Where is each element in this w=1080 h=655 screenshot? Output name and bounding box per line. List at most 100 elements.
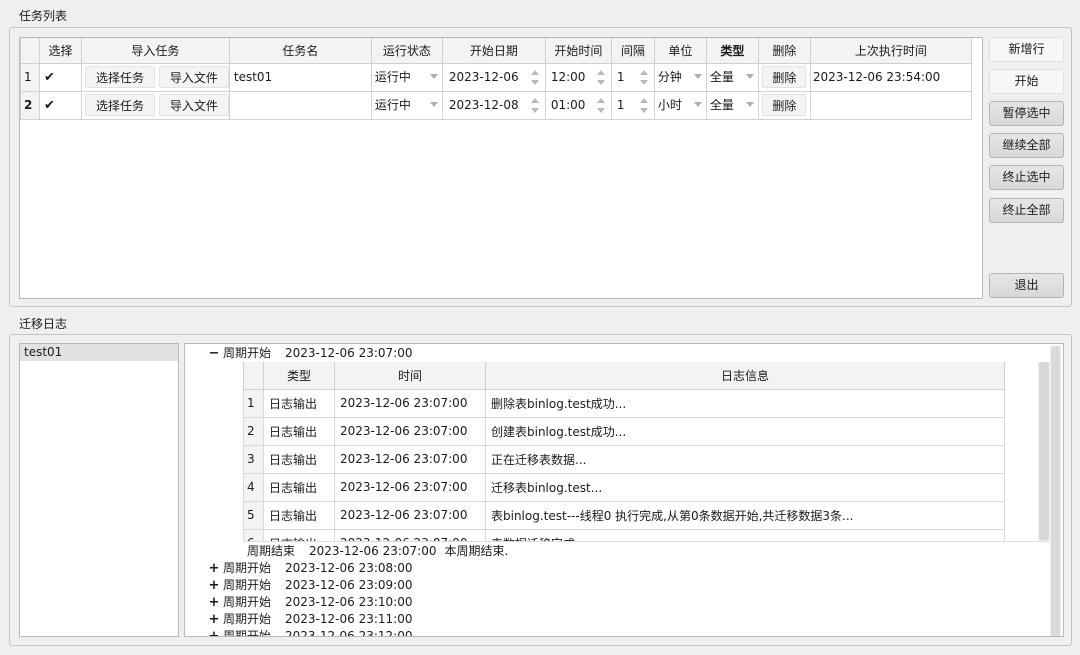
start-time-cell[interactable]: 01:00 (544, 90, 612, 120)
tree-item-cycle[interactable]: + 周期开始 2023-12-06 23:11:00 (205, 611, 413, 628)
table-row[interactable]: 4 日志输出 2023-12-06 23:07:00 迁移表binlog.test..… (243, 472, 1005, 502)
spin-up-icon[interactable] (596, 98, 605, 103)
row-checkbox[interactable]: ✔ (39, 90, 82, 120)
table-row[interactable]: 3 日志输出 2023-12-06 23:07:00 正在迁移表数据... (243, 444, 1005, 474)
pause-selected-button[interactable]: 暂停选中 (989, 101, 1064, 126)
col-header-last-run[interactable]: 上次执行时间 (809, 38, 972, 64)
col-header-interval[interactable]: 间隔 (610, 38, 655, 64)
spin-down-icon[interactable] (530, 80, 539, 85)
col-header-start-time[interactable]: 开始时间 (544, 38, 612, 64)
exit-button[interactable]: 退出 (989, 273, 1064, 298)
type-cell[interactable]: 全量 (705, 90, 759, 120)
unit-cell[interactable]: 小时 (653, 90, 707, 120)
start-time-spinbox[interactable]: 01:00 (548, 93, 609, 117)
corner-header[interactable] (243, 362, 264, 390)
table-row[interactable]: 1 日志输出 2023-12-06 23:07:00 删除表binlog.test成功… (243, 388, 1005, 418)
resume-all-button[interactable]: 继续全部 (989, 133, 1064, 158)
spin-up-icon[interactable] (639, 98, 648, 103)
col-header-delete[interactable]: 删除 (757, 38, 811, 64)
task-name-cell[interactable] (228, 90, 372, 120)
expand-plus-icon[interactable]: + (205, 561, 223, 577)
log-task-list[interactable]: test01 (19, 343, 179, 637)
expand-plus-icon[interactable]: + (205, 629, 223, 636)
type-combo[interactable]: 全量 (709, 94, 756, 116)
expand-plus-icon[interactable]: + (205, 612, 223, 628)
col-header-log-type[interactable]: 类型 (263, 362, 335, 390)
tree-item-cycle-open[interactable]: − 周期开始 2023-12-06 23:07:00 (205, 345, 413, 362)
col-header-status[interactable]: 运行状态 (370, 38, 443, 64)
status-combo[interactable]: 运行中 (374, 66, 440, 88)
spin-up-icon[interactable] (596, 70, 605, 75)
log-tree-scrollbar[interactable] (1050, 346, 1061, 636)
spin-down-icon[interactable] (639, 80, 648, 85)
start-time-spinbox[interactable]: 12:00 (548, 65, 609, 89)
tree-item-cycle[interactable]: + 周期开始 2023-12-06 23:08:00 (205, 560, 413, 577)
start-date-spinbox[interactable]: 2023-12-08 (445, 93, 543, 117)
last-run-cell[interactable]: 2023-12-06 23:54:00 (809, 62, 972, 92)
col-header-type[interactable]: 类型 (705, 38, 759, 64)
unit-combo[interactable]: 小时 (657, 94, 704, 116)
tree-item-cycle[interactable]: + 周期开始 2023-12-06 23:10:00 (205, 594, 413, 611)
row-number[interactable]: 2 (20, 90, 40, 120)
col-header-log-time[interactable]: 时间 (334, 362, 486, 390)
delete-row-button[interactable]: 删除 (762, 94, 807, 116)
corner-header[interactable] (20, 38, 40, 64)
unit-combo[interactable]: 分钟 (657, 66, 704, 88)
table-row[interactable]: 5 日志输出 2023-12-06 23:07:00 表binlog.test---线… (243, 500, 1005, 530)
row-number[interactable]: 1 (20, 62, 40, 92)
start-date-cell[interactable]: 2023-12-08 (441, 90, 546, 120)
row-checkbox[interactable]: ✔ (39, 62, 82, 92)
spin-down-icon[interactable] (596, 108, 605, 113)
start-button[interactable]: 开始 (989, 69, 1064, 94)
spin-down-icon[interactable] (639, 108, 648, 113)
interval-cell[interactable]: 1 (610, 90, 655, 120)
list-item[interactable]: test01 (20, 344, 178, 361)
status-combo[interactable]: 运行中 (374, 94, 440, 116)
col-header-select[interactable]: 选择 (39, 38, 82, 64)
type-cell[interactable]: 全量 (705, 62, 759, 92)
select-task-button[interactable]: 选择任务 (85, 66, 156, 88)
table-row[interactable]: 2 日志输出 2023-12-06 23:07:00 创建表binlog.test成功… (243, 416, 1005, 446)
tree-item-cycle[interactable]: + 周期开始 2023-12-06 23:09:00 (205, 577, 413, 594)
scrollbar-thumb[interactable] (1051, 346, 1060, 636)
collapse-minus-icon[interactable]: − (205, 346, 223, 362)
status-cell[interactable]: 运行中 (370, 62, 443, 92)
log-table-scrollbar[interactable] (1038, 362, 1050, 541)
col-header-import[interactable]: 导入任务 (81, 38, 230, 64)
tree-item-cycle-end[interactable]: 周期结束 2023-12-06 23:07:00 本周期结束. (247, 543, 508, 559)
expand-plus-icon[interactable]: + (205, 595, 223, 611)
delete-row-button[interactable]: 删除 (762, 66, 807, 88)
select-task-button[interactable]: 选择任务 (85, 94, 156, 116)
col-header-start-date[interactable]: 开始日期 (441, 38, 546, 64)
col-header-name[interactable]: 任务名 (228, 38, 372, 64)
status-cell[interactable]: 运行中 (370, 90, 443, 120)
spin-down-icon[interactable] (530, 108, 539, 113)
unit-cell[interactable]: 分钟 (653, 62, 707, 92)
interval-cell[interactable]: 1 (610, 62, 655, 92)
spin-up-icon[interactable] (530, 70, 539, 75)
scrollbar-thumb[interactable] (1039, 362, 1049, 540)
col-header-log-info[interactable]: 日志信息 (485, 362, 1005, 390)
stop-all-button[interactable]: 终止全部 (989, 198, 1064, 223)
task-table-area[interactable]: 选择 导入任务 任务名 运行状态 开始日期 开始时间 间隔 单位 类型 删除 上… (19, 37, 983, 299)
start-date-cell[interactable]: 2023-12-06 (441, 62, 546, 92)
spin-up-icon[interactable] (639, 70, 648, 75)
tree-item-cycle[interactable]: + 周期开始 2023-12-06 23:12:00 (205, 628, 413, 636)
spin-up-icon[interactable] (530, 98, 539, 103)
expand-plus-icon[interactable]: + (205, 578, 223, 594)
type-combo[interactable]: 全量 (709, 66, 756, 88)
add-row-button[interactable]: 新增行 (989, 37, 1064, 62)
log-tree[interactable]: − 周期开始 2023-12-06 23:07:00 类型 时间 日志信息 1 日志输… (184, 343, 1064, 637)
table-row[interactable]: 6日志输出2023-12-06 23:07:00表数据迁移完成... (243, 528, 1005, 541)
task-name-cell[interactable]: test01 (228, 62, 372, 92)
start-date-spinbox[interactable]: 2023-12-06 (445, 65, 543, 89)
stop-selected-button[interactable]: 终止选中 (989, 165, 1064, 190)
last-run-cell[interactable] (809, 90, 972, 120)
table-row[interactable]: 2 ✔ 选择任务 导入文件 运行中 2023-12-08 01:00 1 小时 … (20, 90, 972, 120)
import-file-button[interactable]: 导入文件 (158, 94, 229, 116)
table-row[interactable]: 1 ✔ 选择任务 导入文件 test01 运行中 2023-12-06 12:0… (20, 62, 972, 92)
log-detail-table-area[interactable]: 类型 时间 日志信息 1 日志输出 2023-12-06 23:07:00 删除表bi… (243, 362, 1051, 542)
import-file-button[interactable]: 导入文件 (158, 66, 229, 88)
start-time-cell[interactable]: 12:00 (544, 62, 612, 92)
interval-spinbox[interactable]: 1 (614, 65, 652, 89)
